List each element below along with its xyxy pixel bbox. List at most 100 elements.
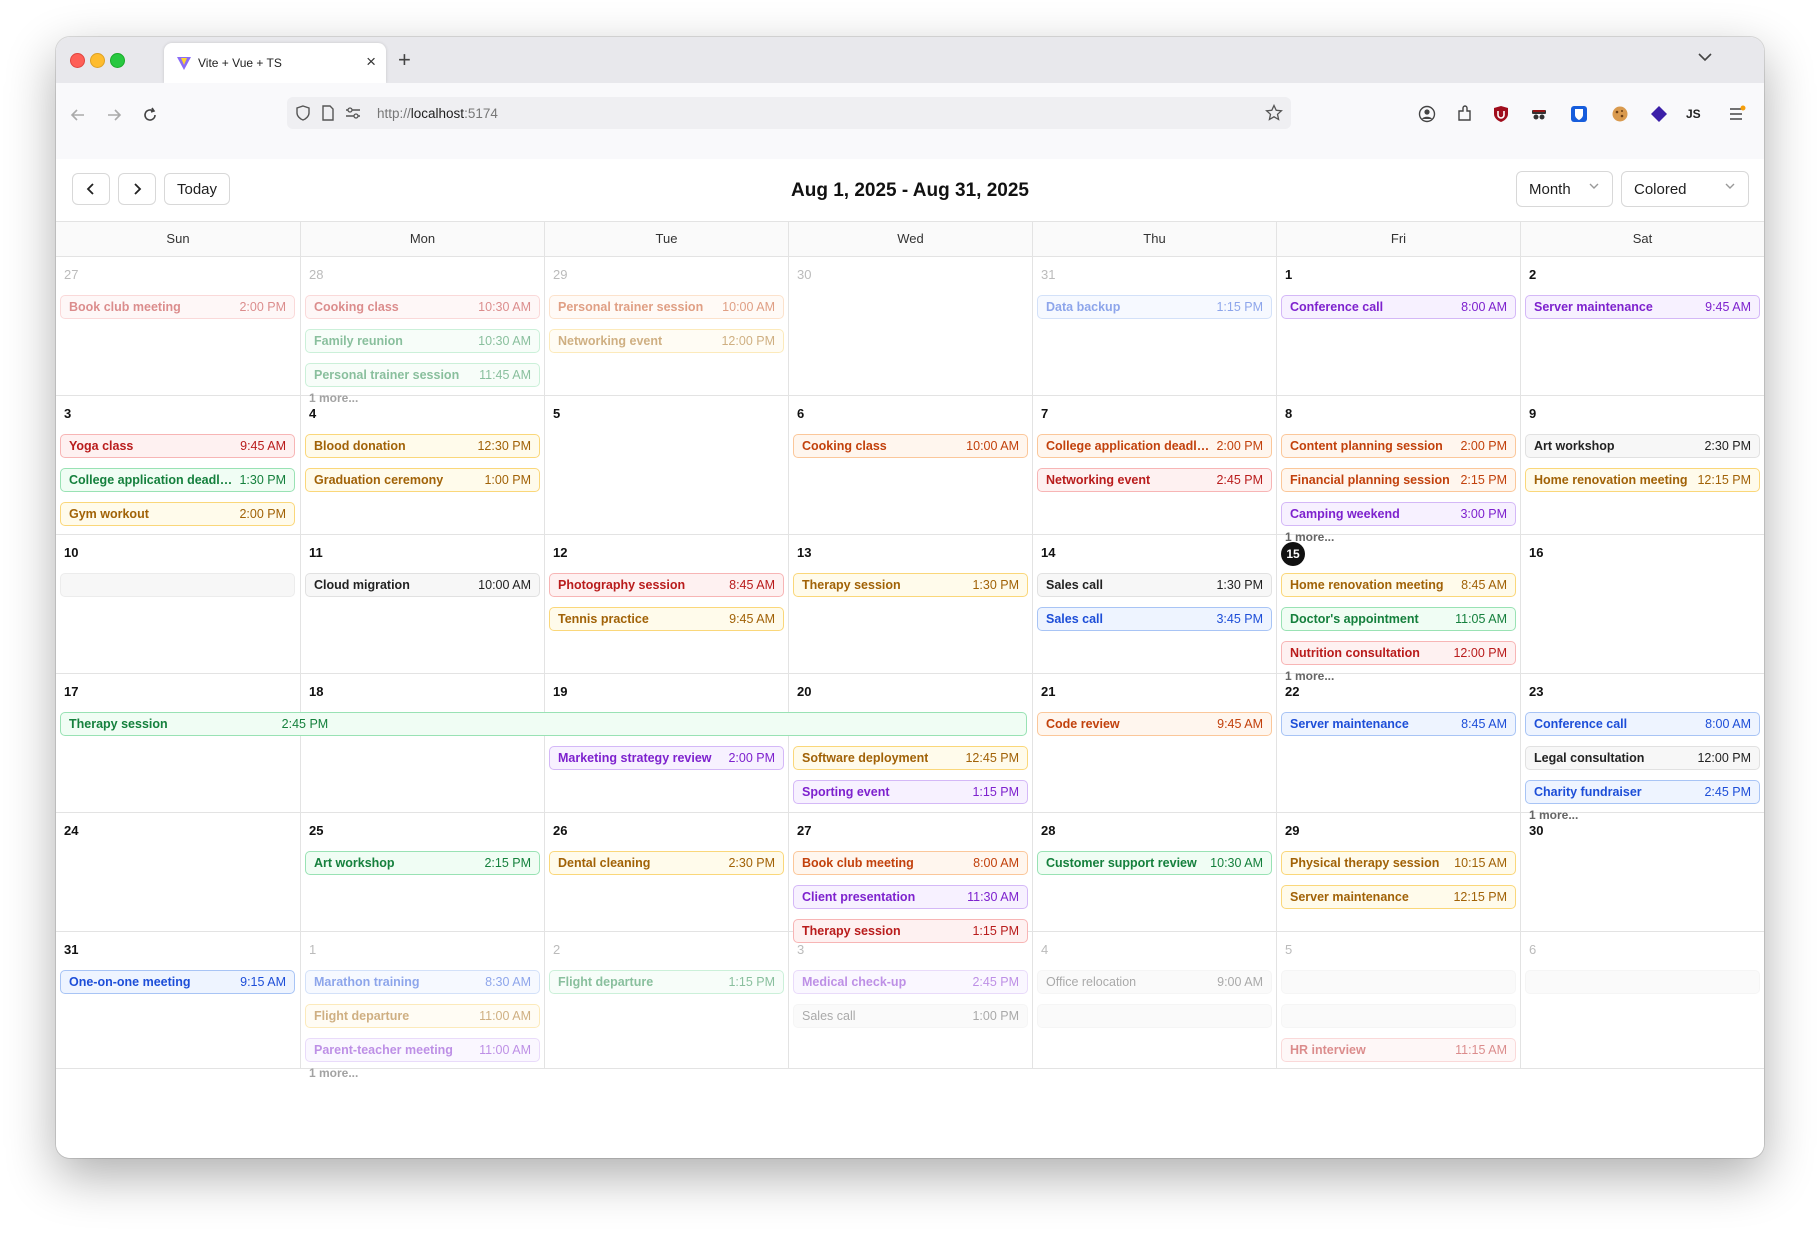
day-cell[interactable]: 6: [1520, 932, 1764, 1069]
event-chip[interactable]: [1281, 1004, 1516, 1028]
spy-extension-icon[interactable]: [1530, 105, 1548, 128]
day-cell[interactable]: 31 One-on-one meeting 9:15 AM: [56, 932, 300, 1069]
date-number[interactable]: 4: [1041, 942, 1048, 957]
date-number[interactable]: 28: [1041, 823, 1055, 838]
event-chip[interactable]: Personal trainer session 10:00 AM: [549, 295, 784, 319]
day-cell[interactable]: 14 Sales call 1:30 PM Sales call 3:45 PM: [1032, 535, 1276, 674]
previous-month-button[interactable]: [72, 173, 110, 205]
list-tabs-icon[interactable]: [1698, 49, 1712, 67]
event-chip[interactable]: Physical therapy session 10:15 AM: [1281, 851, 1516, 875]
date-number[interactable]: 28: [309, 267, 323, 282]
date-number[interactable]: 30: [797, 267, 811, 282]
day-cell[interactable]: 5: [544, 396, 788, 535]
event-chip[interactable]: Marathon training 8:30 AM: [305, 970, 540, 994]
day-cell[interactable]: 19 Marketing strategy review 2:00 PM: [544, 674, 788, 813]
date-number[interactable]: 3: [797, 942, 804, 957]
event-chip[interactable]: College application deadli... 2:00 PM: [1037, 434, 1272, 458]
event-chip[interactable]: Home renovation meeting 12:15 PM: [1525, 468, 1760, 492]
date-number[interactable]: 1: [309, 942, 316, 957]
date-number[interactable]: 5: [553, 406, 560, 421]
browser-tab[interactable]: Vite + Vue + TS ×: [164, 43, 386, 83]
account-icon[interactable]: [1418, 105, 1436, 128]
event-chip[interactable]: Medical check-up 2:45 PM: [793, 970, 1028, 994]
date-number[interactable]: 27: [797, 823, 811, 838]
bitwarden-icon[interactable]: [1570, 105, 1588, 128]
zoom-window-button[interactable]: [110, 53, 125, 68]
event-chip[interactable]: Camping weekend 3:00 PM: [1281, 502, 1516, 526]
date-number[interactable]: 23: [1529, 684, 1543, 699]
day-cell[interactable]: 25 Art workshop 2:15 PM: [300, 813, 544, 932]
event-chip[interactable]: Sales call 1:30 PM: [1037, 573, 1272, 597]
day-cell[interactable]: 4 Office relocation 9:00 AM: [1032, 932, 1276, 1069]
day-cell[interactable]: 10: [56, 535, 300, 674]
reload-icon[interactable]: [142, 107, 158, 128]
event-chip[interactable]: [1281, 970, 1516, 994]
event-chip[interactable]: Parent-teacher meeting 11:00 AM: [305, 1038, 540, 1062]
day-cell[interactable]: 21 Code review 9:45 AM: [1032, 674, 1276, 813]
day-cell[interactable]: 24: [56, 813, 300, 932]
view-select[interactable]: Month: [1516, 171, 1613, 207]
date-number[interactable]: 2: [553, 942, 560, 957]
event-chip[interactable]: Networking event 12:00 PM: [549, 329, 784, 353]
date-number[interactable]: 29: [1285, 823, 1299, 838]
shield-icon[interactable]: [295, 105, 311, 126]
event-chip[interactable]: Art workshop 2:15 PM: [305, 851, 540, 875]
event-chip[interactable]: Book club meeting 2:00 PM: [60, 295, 295, 319]
date-number[interactable]: 14: [1041, 545, 1055, 560]
date-number[interactable]: 27: [64, 267, 78, 282]
event-chip[interactable]: One-on-one meeting 9:15 AM: [60, 970, 295, 994]
diamond-extension-icon[interactable]: [1650, 105, 1668, 128]
event-chip[interactable]: Server maintenance 12:15 PM: [1281, 885, 1516, 909]
minimize-window-button[interactable]: [90, 53, 105, 68]
today-button[interactable]: Today: [164, 173, 230, 205]
date-number[interactable]: 25: [309, 823, 323, 838]
day-cell[interactable]: 23 Conference call 8:00 AM Legal consultati…: [1520, 674, 1764, 822]
event-chip[interactable]: [1525, 970, 1760, 994]
event-chip[interactable]: Personal trainer session 11:45 AM: [305, 363, 540, 387]
day-cell[interactable]: 12 Photography session 8:45 AM Tennis pract…: [544, 535, 788, 674]
event-chip[interactable]: Blood donation 12:30 PM: [305, 434, 540, 458]
date-number[interactable]: 5: [1285, 942, 1292, 957]
day-cell[interactable]: 22 Server maintenance 8:45 AM: [1276, 674, 1520, 813]
day-cell[interactable]: 5 HR interview 11:15 AM: [1276, 932, 1520, 1069]
date-number[interactable]: 16: [1529, 545, 1543, 560]
event-chip[interactable]: Content planning session 2:00 PM: [1281, 434, 1516, 458]
event-chip[interactable]: Tennis practice 9:45 AM: [549, 607, 784, 631]
day-cell[interactable]: 2 Server maintenance 9:45 AM: [1520, 257, 1764, 396]
address-bar[interactable]: http://localhost:5174: [287, 97, 1291, 129]
event-chip[interactable]: Nutrition consultation 12:00 PM: [1281, 641, 1516, 665]
day-cell[interactable]: 3 Yoga class 9:45 AM College application de…: [56, 396, 300, 535]
event-chip[interactable]: Doctor's appointment 11:05 AM: [1281, 607, 1516, 631]
date-number[interactable]: 7: [1041, 406, 1048, 421]
day-cell[interactable]: 15 Home renovation meeting 8:45 AM Doctor's…: [1276, 535, 1520, 683]
day-cell[interactable]: 20 Software deployment 12:45 PM Sporting ev…: [788, 674, 1032, 813]
day-cell[interactable]: 28 Customer support review 10:30 AM: [1032, 813, 1276, 932]
date-number[interactable]: 9: [1529, 406, 1536, 421]
event-chip[interactable]: Dental cleaning 2:30 PM: [549, 851, 784, 875]
day-cell[interactable]: 29 Physical therapy session 10:15 AM Server…: [1276, 813, 1520, 932]
day-cell[interactable]: 2 Flight departure 1:15 PM: [544, 932, 788, 1069]
event-chip[interactable]: Sales call 1:00 PM: [793, 1004, 1028, 1028]
event-chip[interactable]: Family reunion 10:30 AM: [305, 329, 540, 353]
event-chip[interactable]: Gym workout 2:00 PM: [60, 502, 295, 526]
event-chip[interactable]: Cloud migration 10:00 AM: [305, 573, 540, 597]
event-chip[interactable]: Yoga class 9:45 AM: [60, 434, 295, 458]
close-window-button[interactable]: [70, 53, 85, 68]
event-chip[interactable]: Code review 9:45 AM: [1037, 712, 1272, 736]
day-cell[interactable]: 31 Data backup 1:15 PM: [1032, 257, 1276, 396]
date-number[interactable]: 4: [309, 406, 316, 421]
day-cell[interactable]: 7 College application deadli... 2:00 PM Net…: [1032, 396, 1276, 535]
event-chip[interactable]: Office relocation 9:00 AM: [1037, 970, 1272, 994]
date-number[interactable]: 8: [1285, 406, 1292, 421]
permissions-icon[interactable]: [345, 106, 361, 125]
event-chip[interactable]: Cooking class 10:00 AM: [793, 434, 1028, 458]
event-chip[interactable]: Data backup 1:15 PM: [1037, 295, 1272, 319]
event-chip[interactable]: Marketing strategy review 2:00 PM: [549, 746, 784, 770]
event-chip[interactable]: Sporting event 1:15 PM: [793, 780, 1028, 804]
event-chip[interactable]: Flight departure 1:15 PM: [549, 970, 784, 994]
date-number[interactable]: 6: [1529, 942, 1536, 957]
day-cell[interactable]: 13 Therapy session 1:30 PM: [788, 535, 1032, 674]
bookmark-star-icon[interactable]: [1265, 103, 1283, 127]
day-cell[interactable]: 3 Medical check-up 2:45 PM Sales call 1:00 P…: [788, 932, 1032, 1069]
date-number[interactable]: 26: [553, 823, 567, 838]
